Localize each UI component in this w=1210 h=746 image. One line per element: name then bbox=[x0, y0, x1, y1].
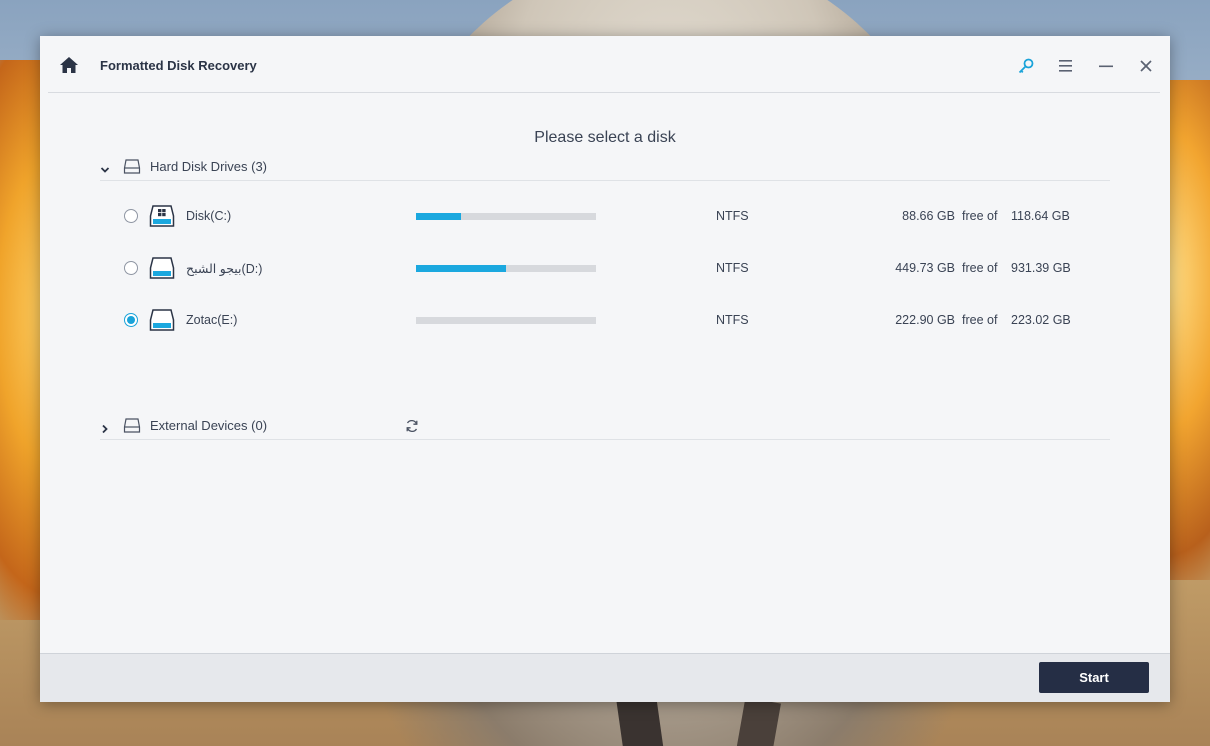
title-divider bbox=[48, 92, 1160, 93]
usage-bar bbox=[416, 317, 596, 324]
disk-row-d[interactable]: بيجو الشبح(D:) NTFS 449.73 GB free of 93… bbox=[120, 253, 1080, 283]
usage-bar bbox=[416, 265, 596, 272]
drive-icon bbox=[149, 308, 175, 332]
refresh-icon[interactable] bbox=[404, 418, 420, 434]
minimize-icon[interactable] bbox=[1094, 54, 1118, 78]
disk-name: Zotac(E:) bbox=[186, 313, 238, 327]
disk-radio[interactable] bbox=[124, 209, 138, 223]
chevron-right-icon[interactable] bbox=[100, 421, 110, 434]
footer-bar: Start bbox=[40, 653, 1170, 702]
section-divider bbox=[100, 180, 1110, 181]
key-icon[interactable] bbox=[1014, 54, 1038, 78]
usage-bar bbox=[416, 213, 596, 220]
filesystem: NTFS bbox=[716, 261, 749, 275]
disk-radio[interactable] bbox=[124, 261, 138, 275]
usage-fill bbox=[416, 213, 461, 220]
external-devices-section: External Devices (0) bbox=[100, 415, 1110, 443]
usage-fill bbox=[416, 265, 506, 272]
app-title: Formatted Disk Recovery bbox=[100, 58, 257, 73]
hard-drive-icon bbox=[123, 158, 141, 174]
app-window: Formatted Disk Recovery Please select a … bbox=[40, 36, 1170, 702]
hard-disk-drives-section: Hard Disk Drives (3) bbox=[100, 156, 1110, 184]
menu-icon[interactable] bbox=[1054, 54, 1078, 78]
total-space: 223.02 GB bbox=[1011, 313, 1071, 327]
free-space: 88.66 GB bbox=[902, 209, 955, 223]
free-space: 222.90 GB bbox=[895, 313, 955, 327]
total-space: 931.39 GB bbox=[1011, 261, 1071, 275]
section-label: Hard Disk Drives (3) bbox=[150, 159, 268, 174]
home-icon[interactable] bbox=[58, 55, 80, 75]
close-icon[interactable] bbox=[1134, 54, 1158, 78]
windows-drive-icon bbox=[149, 204, 175, 228]
free-space: 449.73 GB bbox=[895, 261, 955, 275]
disk-row-c[interactable]: Disk(C:) NTFS 88.66 GB free of 118.64 GB bbox=[120, 201, 1080, 231]
start-button[interactable]: Start bbox=[1039, 662, 1149, 693]
drive-icon bbox=[149, 256, 175, 280]
filesystem: NTFS bbox=[716, 209, 749, 223]
free-of-label: free of bbox=[962, 209, 998, 223]
free-of-label: free of bbox=[962, 313, 998, 327]
page-heading: Please select a disk bbox=[534, 129, 676, 146]
filesystem: NTFS bbox=[716, 313, 749, 327]
disk-radio-selected[interactable] bbox=[124, 313, 138, 327]
disk-name: Disk(C:) bbox=[186, 209, 232, 223]
chevron-down-icon[interactable] bbox=[100, 162, 110, 173]
disk-row-e[interactable]: Zotac(E:) NTFS 222.90 GB free of 223.02 … bbox=[120, 305, 1080, 335]
total-space: 118.64 GB bbox=[1011, 209, 1070, 223]
section-label: External Devices (0) bbox=[150, 418, 268, 433]
disk-name: بيجو الشبح(D:) bbox=[186, 262, 263, 276]
free-of-label: free of bbox=[962, 261, 998, 275]
external-drive-icon bbox=[123, 417, 141, 433]
section-divider bbox=[100, 439, 1110, 440]
title-bar: Formatted Disk Recovery bbox=[40, 36, 1170, 92]
